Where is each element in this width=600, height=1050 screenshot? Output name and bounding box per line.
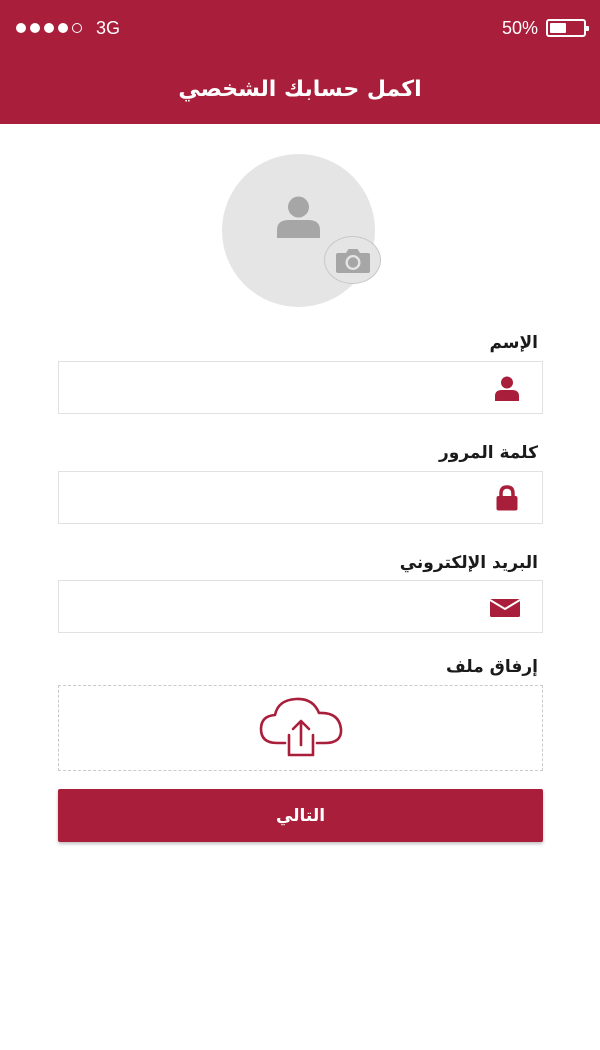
battery-icon xyxy=(546,19,589,37)
next-button[interactable]: التالي xyxy=(58,789,543,842)
envelope-icon xyxy=(490,594,520,620)
signal-dot xyxy=(30,23,40,33)
carrier-label: 3G xyxy=(96,18,121,38)
lock-icon xyxy=(494,484,520,511)
signal-dot xyxy=(44,23,54,33)
signal-dot xyxy=(16,23,26,33)
name-input[interactable] xyxy=(59,362,542,413)
email-field-box xyxy=(58,580,543,633)
user-icon xyxy=(277,196,320,238)
user-icon xyxy=(494,375,520,401)
signal-dot xyxy=(58,23,68,33)
app-header: 3G 50% اكمل حسابك الشخصي xyxy=(0,0,600,124)
file-upload-dropzone[interactable] xyxy=(58,685,543,771)
cloud-upload-icon xyxy=(259,697,342,757)
signal-dot-empty xyxy=(72,23,82,33)
change-photo-button[interactable] xyxy=(324,236,381,284)
page-title: اكمل حسابك الشخصي xyxy=(178,77,422,102)
name-label: الإسم xyxy=(489,333,538,353)
profile-avatar[interactable] xyxy=(222,154,375,307)
status-bar: 3G 50% xyxy=(0,0,600,58)
password-label: كلمة المرور xyxy=(439,443,538,463)
battery-status: 50% xyxy=(501,18,589,38)
battery-percent: 50% xyxy=(501,18,538,38)
email-input[interactable] xyxy=(59,581,542,632)
camera-icon xyxy=(335,248,370,273)
battery-nub xyxy=(586,26,589,31)
password-field-box xyxy=(58,471,543,524)
email-label: البريد الإلكتروني xyxy=(399,553,538,573)
password-input[interactable] xyxy=(59,472,542,523)
signal-strength-icon: 3G xyxy=(16,19,120,37)
battery-fill xyxy=(550,23,566,33)
attachment-label: إرفاق ملف xyxy=(446,657,538,677)
name-field-box xyxy=(58,361,543,414)
